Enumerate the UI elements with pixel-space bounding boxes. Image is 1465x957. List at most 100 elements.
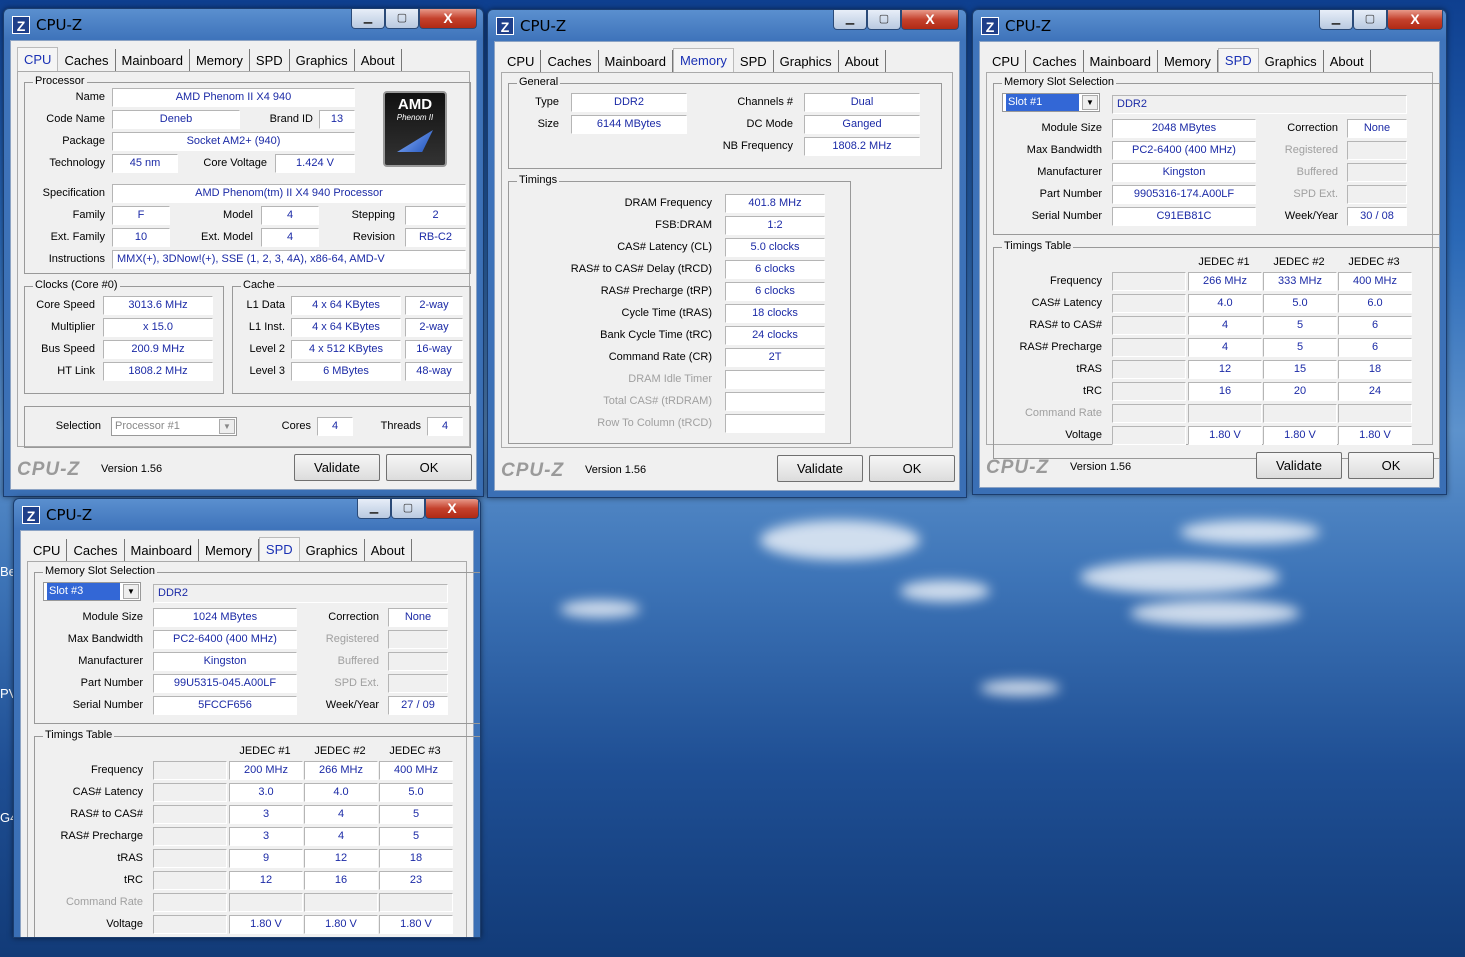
tab-mainboard[interactable]: Mainboard — [116, 49, 190, 71]
group-label: General — [517, 76, 561, 88]
timing-cell: 9 — [229, 849, 303, 868]
tab-memory[interactable]: Memory — [199, 539, 259, 561]
tab-cpu[interactable]: CPU — [27, 539, 68, 561]
close-button[interactable]: X — [419, 9, 477, 29]
tab-memory[interactable]: Memory — [1158, 50, 1218, 72]
ok-button[interactable]: OK — [869, 455, 955, 482]
tab-caches[interactable]: Caches — [58, 49, 116, 71]
tab-caches[interactable]: Caches — [1026, 50, 1084, 72]
slot-select[interactable]: Slot #1 ▼ — [1002, 93, 1100, 112]
timing-cell — [1338, 404, 1412, 423]
tab-mainboard[interactable]: Mainboard — [125, 539, 199, 561]
slot-select[interactable]: Slot #3 ▼ — [43, 582, 141, 601]
footer: CPU-Z Version 1.56 Validate OK — [11, 449, 476, 489]
tab-spd[interactable]: SPD — [734, 50, 774, 72]
dc-mode-label: DC Mode — [746, 118, 793, 130]
maximize-button[interactable]: ▢ — [391, 499, 425, 519]
ext-family-label: Ext. Family — [50, 231, 105, 243]
tab-about[interactable]: About — [355, 49, 402, 71]
version-text: Version 1.56 — [1070, 461, 1132, 473]
title-bar[interactable]: Z CPU-Z ▁ ▢ X — [14, 499, 480, 529]
instructions-label: Instructions — [48, 253, 105, 265]
level2-label: Level 2 — [249, 343, 285, 355]
close-button[interactable]: X — [901, 10, 959, 30]
max-bandwidth-label: Max Bandwidth — [67, 633, 143, 645]
group-label: Memory Slot Selection — [43, 565, 158, 577]
tab-graphics[interactable]: Graphics — [300, 539, 365, 561]
tab-spd[interactable]: SPD — [250, 49, 290, 71]
tab-cpu[interactable]: CPU — [17, 47, 59, 71]
tab-graphics[interactable]: Graphics — [1259, 50, 1324, 72]
codename-label: Code Name — [46, 113, 105, 125]
maximize-button[interactable]: ▢ — [867, 10, 901, 30]
ok-button[interactable]: OK — [386, 454, 472, 481]
tab-caches[interactable]: Caches — [541, 50, 599, 72]
clocks-group: Clocks (Core #0) Core Speed 3013.6 MHz M… — [24, 279, 224, 394]
processor-select[interactable]: Processor #1 ▼ — [111, 417, 237, 436]
memory-type-value: DDR2 — [1112, 95, 1407, 114]
tab-about[interactable]: About — [365, 539, 412, 561]
ok-button[interactable]: OK — [1348, 452, 1434, 479]
group-label: Timings — [517, 174, 560, 186]
timings-group: Timings DRAM Frequency 401.8 MHz FSB:DRAM 1… — [508, 174, 851, 444]
processor-group: Processor Name AMD Phenom II X4 940 Code… — [24, 75, 471, 274]
manufacturer-value: Kingston — [153, 652, 297, 671]
minimize-button[interactable]: ▁ — [357, 499, 391, 519]
title-bar[interactable]: Z CPU-Z ▁ ▢ X — [973, 10, 1446, 40]
max-bandwidth-label: Max Bandwidth — [1026, 144, 1102, 156]
timing-cell — [379, 893, 453, 912]
validate-button[interactable]: Validate — [1256, 452, 1342, 479]
tab-caches[interactable]: Caches — [67, 539, 125, 561]
package-label: Package — [62, 135, 105, 147]
close-button[interactable]: X — [1387, 10, 1443, 30]
timing-label: DRAM Frequency — [624, 197, 712, 209]
title-bar[interactable]: Z CPU-Z ▁ ▢ X — [488, 10, 966, 40]
tab-spd[interactable]: SPD — [1217, 48, 1259, 72]
part-number-label: Part Number — [80, 677, 143, 689]
validate-button[interactable]: Validate — [294, 454, 380, 481]
window-client: CPU Caches Mainboard Memory SPD Graphics… — [20, 530, 480, 937]
tab-mainboard[interactable]: Mainboard — [599, 50, 673, 72]
timing-cell-empty — [1112, 426, 1186, 445]
multiplier-label: Multiplier — [50, 321, 95, 333]
selection-group: Selection Processor #1 ▼ Cores 4 Threads … — [24, 406, 471, 448]
tab-memory[interactable]: Memory — [190, 49, 250, 71]
minimize-button[interactable]: ▁ — [833, 10, 867, 30]
tab-cpu[interactable]: CPU — [986, 50, 1027, 72]
maximize-button[interactable]: ▢ — [1353, 10, 1387, 30]
timing-cell: 400 MHz — [379, 761, 453, 780]
jedec-header: JEDEC #3 — [389, 745, 441, 757]
nb-frequency-value: 1808.2 MHz — [804, 137, 920, 156]
timing-cell: 4 — [1188, 338, 1262, 357]
minimize-button[interactable]: ▁ — [351, 9, 385, 29]
tab-mainboard[interactable]: Mainboard — [1084, 50, 1158, 72]
memory-pane: General Type DDR2 Size 6144 MBytes Chann… — [501, 72, 953, 448]
bus-speed-value: 200.9 MHz — [103, 340, 213, 359]
chevron-down-icon[interactable]: ▼ — [1082, 95, 1098, 110]
group-label: Memory Slot Selection — [1002, 76, 1117, 88]
timing-cell: 5 — [379, 827, 453, 846]
cpuz-app-icon: Z — [496, 17, 514, 35]
window-client: CPU Caches Mainboard Memory SPD Graphics… — [494, 41, 960, 491]
group-label: Timings Table — [1002, 240, 1074, 252]
tab-spd[interactable]: SPD — [258, 537, 300, 561]
validate-button[interactable]: Validate — [777, 455, 863, 482]
tab-about[interactable]: About — [1324, 50, 1371, 72]
timing-row-label: RAS# to CAS# — [1029, 319, 1102, 331]
minimize-button[interactable]: ▁ — [1319, 10, 1353, 30]
dc-mode-value: Ganged — [804, 115, 920, 134]
tab-memory[interactable]: Memory — [672, 48, 734, 72]
chevron-down-icon[interactable]: ▼ — [123, 584, 139, 599]
tab-graphics[interactable]: Graphics — [774, 50, 839, 72]
l1-inst-value: 4 x 64 KBytes — [291, 318, 401, 337]
phenom-swoosh-icon — [397, 130, 433, 152]
chevron-down-icon[interactable]: ▼ — [219, 419, 235, 434]
tab-cpu[interactable]: CPU — [501, 50, 542, 72]
tab-about[interactable]: About — [839, 50, 886, 72]
close-button[interactable]: X — [425, 499, 479, 519]
maximize-button[interactable]: ▢ — [385, 9, 419, 29]
tab-graphics[interactable]: Graphics — [290, 49, 355, 71]
stepping-label: Stepping — [351, 209, 395, 221]
title-bar[interactable]: Z CPU-Z ▁ ▢ X — [4, 9, 483, 39]
timing-cell: 3 — [229, 805, 303, 824]
